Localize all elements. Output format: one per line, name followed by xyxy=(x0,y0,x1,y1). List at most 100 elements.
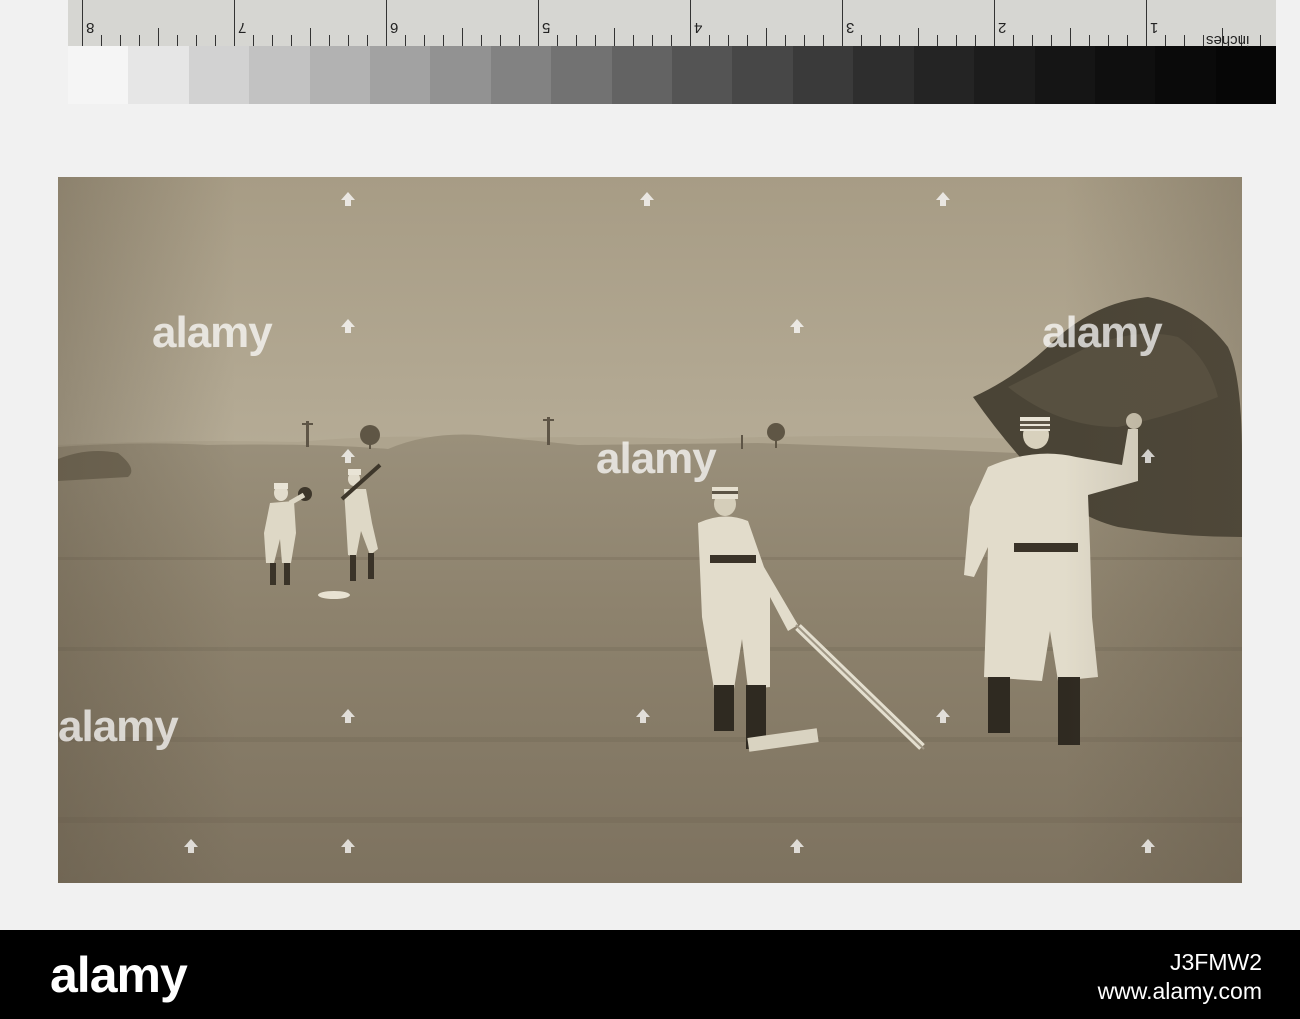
ruler-tick xyxy=(1108,35,1109,46)
ruler-tick xyxy=(1127,35,1128,46)
ruler-tick xyxy=(1184,35,1185,46)
ruler-tick xyxy=(424,35,425,46)
gray-scale-patch xyxy=(1034,46,1095,104)
ruler-number: 8 xyxy=(86,19,95,36)
ruler-tick xyxy=(671,35,672,46)
ruler-scale-bar: 8 7 6 5 4 3 2 1 xyxy=(68,0,1276,47)
ruler-unit-label: inches xyxy=(1206,32,1250,49)
gray-scale-patch xyxy=(1094,46,1156,104)
ruler-tick xyxy=(956,35,957,46)
ruler-tick xyxy=(747,35,748,46)
ruler-tick xyxy=(1051,35,1052,46)
image-id: J3FMW2 xyxy=(1170,949,1262,975)
ruler-tick xyxy=(519,35,520,46)
ruler-tick xyxy=(576,35,577,46)
ruler-tick xyxy=(1165,35,1166,46)
ruler-tick xyxy=(842,0,843,46)
footer-url: www.alamy.com xyxy=(1097,978,1262,1004)
ruler-tick xyxy=(405,35,406,46)
gray-scale-patch xyxy=(853,46,914,104)
ruler-tick xyxy=(177,35,178,46)
ruler-tick xyxy=(443,35,444,46)
ruler-number: 1 xyxy=(1150,19,1159,36)
ruler-tick xyxy=(481,35,482,46)
image-canvas: 87654321 inches alamy alamy alamy alamy … xyxy=(0,0,1300,1019)
gray-scale-patch xyxy=(68,46,129,104)
watermark-text: alamy xyxy=(1042,308,1163,357)
gray-scale-patch xyxy=(188,46,250,104)
ruler-tick xyxy=(120,35,121,46)
watermark-marker-icon xyxy=(936,192,950,206)
watermark-marker-icon xyxy=(341,319,355,333)
gray-scale-patch xyxy=(309,46,371,104)
watermark-marker-icon xyxy=(790,319,804,333)
gray-scale-patch xyxy=(913,46,975,104)
ruler-tick xyxy=(633,35,634,46)
measurement-ruler: 8 7 6 5 4 3 2 1 inches xyxy=(68,0,1277,104)
watermark-marker-icon xyxy=(341,709,355,723)
ruler-tick xyxy=(918,28,919,46)
gray-scale-patch xyxy=(370,46,431,104)
watermark-marker-icon xyxy=(341,449,355,463)
ruler-tick xyxy=(500,35,501,46)
ruler-number: 2 xyxy=(998,19,1007,36)
ruler-tick xyxy=(823,35,824,46)
ruler-tick xyxy=(291,35,292,46)
ruler-tick xyxy=(804,35,805,46)
ruler-tick xyxy=(82,0,83,46)
ruler-tick xyxy=(367,35,368,46)
watermark-marker-icon xyxy=(341,839,355,853)
watermark-text: alamy xyxy=(152,308,273,357)
ruler-tick xyxy=(937,35,938,46)
ruler-tick xyxy=(538,0,539,46)
ruler-tick xyxy=(1203,35,1204,46)
gray-scale-patch xyxy=(1155,46,1216,104)
ruler-tick xyxy=(329,35,330,46)
ruler-tick xyxy=(386,0,387,46)
ruler-number: 5 xyxy=(542,19,551,36)
ruler-tick xyxy=(1032,35,1033,46)
ruler-number: 6 xyxy=(390,19,399,36)
ruler-tick xyxy=(728,35,729,46)
gray-scale-patch xyxy=(128,46,189,104)
gray-scale-patch xyxy=(430,46,491,104)
ruler-tick xyxy=(234,0,235,46)
ruler-tick xyxy=(253,35,254,46)
gray-scale-patch xyxy=(792,46,854,104)
ruler-tick xyxy=(1013,35,1014,46)
watermark-marker-icon xyxy=(184,839,198,853)
ruler-tick xyxy=(690,0,691,46)
footer-logo: alamy xyxy=(50,947,188,1003)
ruler-tick xyxy=(101,35,102,46)
watermark-marker-icon xyxy=(341,192,355,206)
ruler-tick xyxy=(994,0,995,46)
watermark-marker-icon xyxy=(1141,839,1155,853)
photo-vignette xyxy=(58,177,1242,883)
ruler-tick xyxy=(880,35,881,46)
ruler-tick xyxy=(215,35,216,46)
ruler-tick xyxy=(595,35,596,46)
ruler-number: 7 xyxy=(238,19,247,36)
ruler-tick xyxy=(557,35,558,46)
ruler-tick xyxy=(348,35,349,46)
baseball-photograph xyxy=(58,177,1242,883)
ruler-tick xyxy=(766,28,767,46)
gray-scale-patch xyxy=(672,46,733,104)
ruler-tick xyxy=(614,28,615,46)
ruler-tick xyxy=(785,35,786,46)
gray-scale-patch xyxy=(732,46,793,104)
watermark-marker-icon xyxy=(640,192,654,206)
ruler-number: 3 xyxy=(846,19,855,36)
watermark-text: alamy xyxy=(58,702,179,751)
footer-credits: J3FMW2 www.alamy.com xyxy=(1098,948,1262,1006)
gray-scale-patch xyxy=(611,46,673,104)
ruler-tick xyxy=(709,35,710,46)
ruler-tick xyxy=(139,35,140,46)
watermark-marker-icon xyxy=(636,709,650,723)
ruler-tick xyxy=(861,35,862,46)
gray-scale-patch xyxy=(490,46,552,104)
ruler-tick xyxy=(196,35,197,46)
gray-scale-patch xyxy=(974,46,1035,104)
ruler-tick xyxy=(975,35,976,46)
ruler-tick xyxy=(1260,35,1261,46)
